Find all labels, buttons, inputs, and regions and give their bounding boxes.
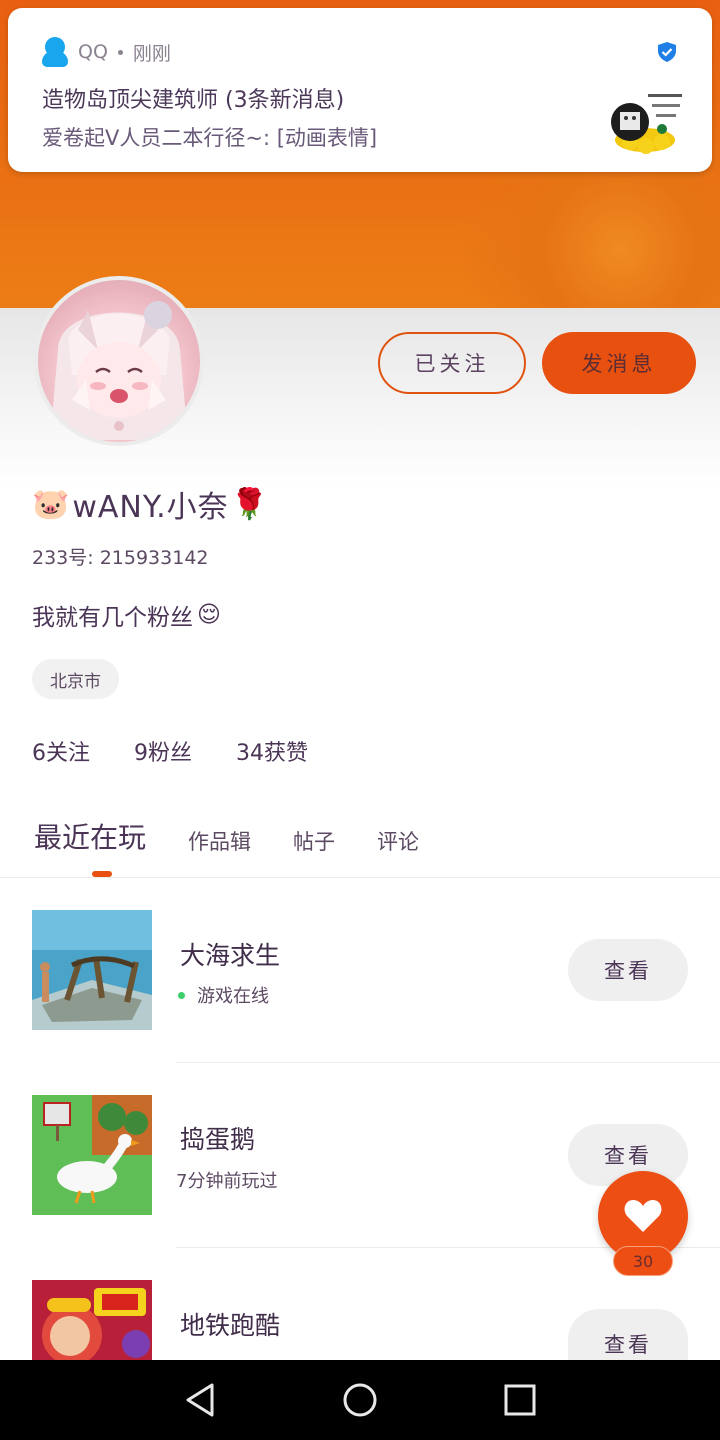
- online-status-dot: [178, 991, 185, 999]
- pig-emoji-icon: 🐷: [32, 486, 71, 522]
- user-id: 233号: 215933142: [32, 547, 209, 569]
- subway-surfers-art: [32, 1280, 152, 1360]
- game-name[interactable]: 地铁跑酷: [180, 1306, 280, 1342]
- row-divider: [176, 1062, 720, 1063]
- raft-game-art: [32, 910, 152, 1030]
- back-icon[interactable]: [184, 1382, 216, 1418]
- game-thumbnail-subway[interactable]: [32, 1280, 152, 1360]
- view-game-button[interactable]: 查看: [568, 1309, 688, 1360]
- game-name[interactable]: 大海求生: [180, 936, 280, 972]
- game-thumbnail-goose[interactable]: [32, 1095, 152, 1215]
- send-message-button[interactable]: 发消息: [542, 332, 696, 394]
- system-navigation-bar: [0, 1360, 720, 1440]
- bio-text: 我就有几个粉丝: [32, 605, 193, 631]
- qq-notification[interactable]: QQ 刚刚 造物岛顶尖建筑师 (3条新消息) 爱卷起V人员二本行径~: [动画表…: [8, 8, 712, 172]
- avatar-illustration: [50, 301, 188, 440]
- following-count[interactable]: 6关注: [32, 735, 90, 767]
- tabs-divider: [0, 877, 720, 878]
- notification-title: 造物岛顶尖建筑师 (3条新消息): [42, 88, 345, 113]
- tab-recently-played[interactable]: 最近在玩: [34, 816, 146, 856]
- game-thumbnail-raft[interactable]: [32, 910, 152, 1030]
- tab-works[interactable]: 作品辑: [188, 826, 251, 856]
- tab-posts[interactable]: 帖子: [293, 826, 335, 856]
- heart-icon: [624, 1200, 662, 1232]
- like-count-badge: 30: [613, 1246, 673, 1276]
- goose-game-art: [32, 1095, 152, 1215]
- verified-shield-icon: [658, 42, 676, 62]
- notification-app-name: QQ: [78, 41, 108, 63]
- game-status: 游戏在线: [178, 982, 269, 1008]
- likes-count: 34获赞: [236, 741, 308, 766]
- qq-penguin-icon: [42, 37, 68, 67]
- game-status-text: 7分钟前玩过: [176, 1171, 278, 1192]
- view-game-button[interactable]: 查看: [568, 939, 688, 1001]
- profile-stats: 6关注 9粉丝 34获赞: [32, 735, 308, 767]
- game-name[interactable]: 捣蛋鹅: [180, 1120, 255, 1156]
- location-chip: 北京市: [32, 659, 119, 699]
- following-button[interactable]: 已关注: [378, 332, 526, 394]
- tab-comments[interactable]: 评论: [377, 826, 419, 856]
- game-status: 7分钟前玩过: [176, 1167, 277, 1193]
- game-status-text: 游戏在线: [197, 986, 269, 1007]
- meme-sticker-icon: [611, 94, 682, 154]
- notification-time: 刚刚: [132, 42, 171, 65]
- rose-emoji-icon: 🌹: [230, 486, 270, 522]
- notification-app-row: QQ 刚刚: [42, 34, 171, 70]
- user-avatar[interactable]: [34, 276, 204, 446]
- user-bio: 我就有几个粉丝 😌: [32, 598, 221, 632]
- profile-tabs: 最近在玩 作品辑 帖子 评论: [34, 812, 419, 856]
- followers-count[interactable]: 9粉丝: [134, 735, 192, 767]
- notification-message: 爱卷起V人员二本行径~: [动画表情]: [42, 126, 378, 150]
- username-text: wANY.小奈: [72, 490, 229, 525]
- recent-apps-icon[interactable]: [504, 1384, 536, 1416]
- username: 🐷 wANY.小奈 🌹: [32, 482, 269, 526]
- home-icon[interactable]: [342, 1382, 378, 1418]
- separator-dot: [117, 49, 123, 55]
- relieved-face-emoji-icon: 😌: [197, 602, 221, 628]
